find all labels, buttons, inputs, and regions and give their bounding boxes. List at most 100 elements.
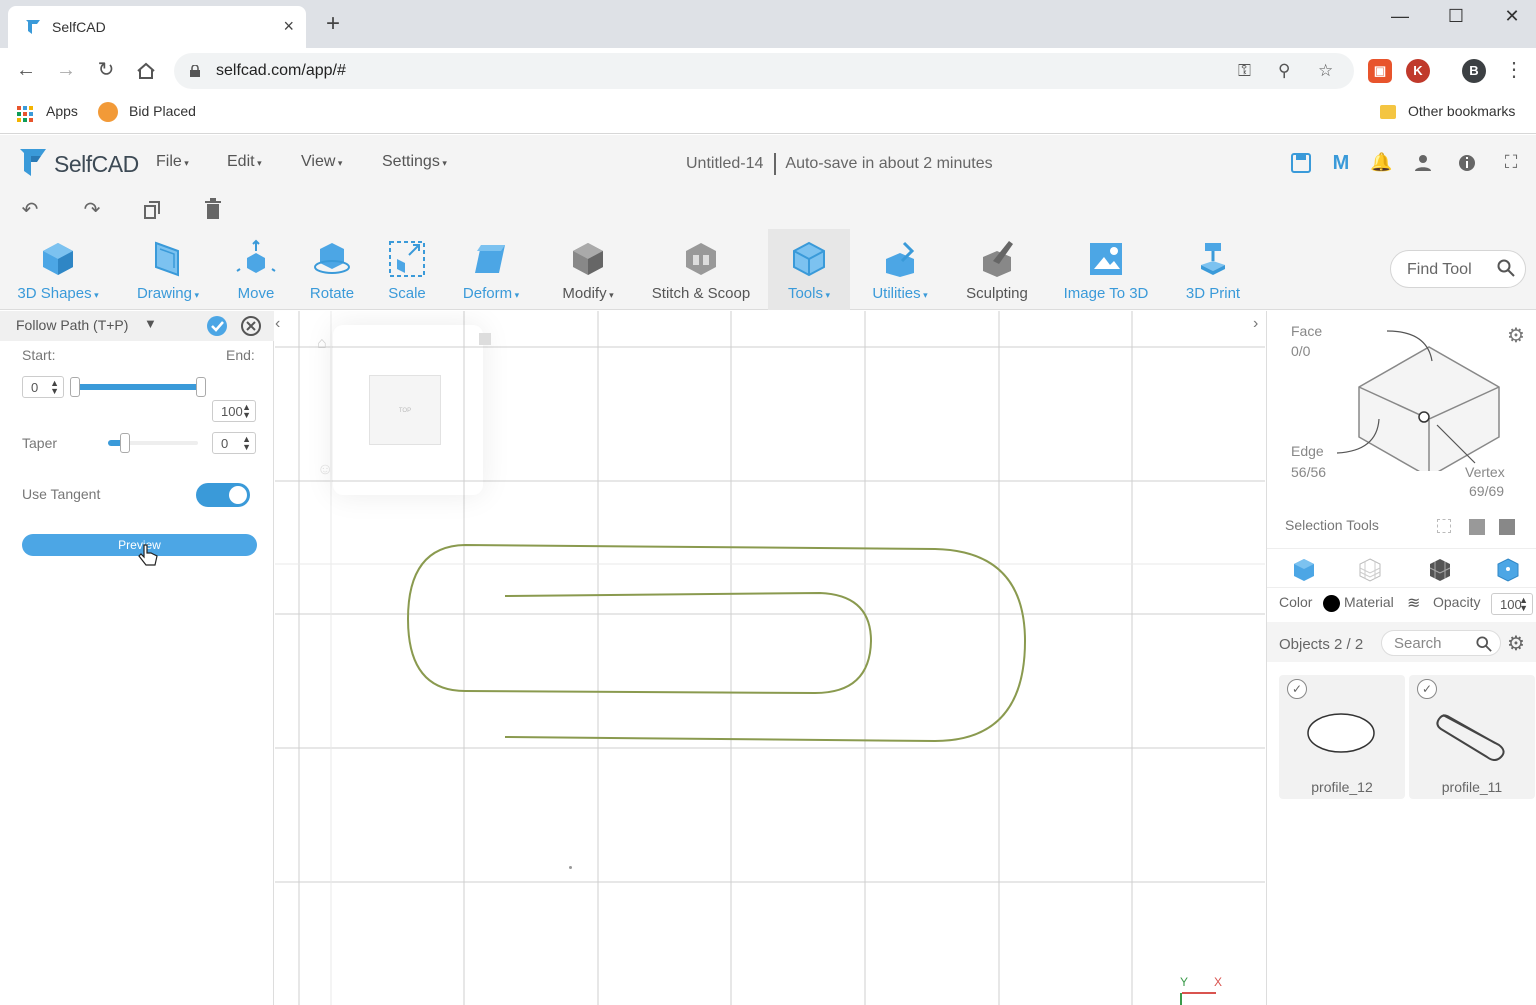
tool-drawing[interactable]: Drawing ▾ bbox=[122, 229, 214, 310]
start-label: Start: bbox=[22, 347, 56, 363]
menu-settings[interactable]: Settings ▾ bbox=[382, 153, 447, 171]
paperclip-path[interactable] bbox=[275, 311, 1265, 1005]
home-icon[interactable] bbox=[136, 62, 156, 80]
redo-icon[interactable]: ↷ bbox=[80, 197, 104, 222]
tool-utilities[interactable]: Utilities ▾ bbox=[862, 229, 938, 310]
tool-stitch-scoop[interactable]: Stitch & Scoop bbox=[642, 229, 760, 310]
undo-icon[interactable]: ↶ bbox=[18, 197, 42, 222]
color-swatch[interactable] bbox=[1323, 595, 1340, 612]
profile-avatar[interactable]: B bbox=[1462, 59, 1486, 83]
selfcad-favicon-icon bbox=[26, 20, 40, 34]
trash-icon[interactable] bbox=[204, 198, 222, 220]
object-checkbox[interactable]: ✓ bbox=[1417, 679, 1437, 699]
tool-tools[interactable]: Tools ▾ bbox=[768, 229, 850, 310]
selection-mode-cube-diagram[interactable] bbox=[1327, 321, 1527, 471]
edge-label: Edge bbox=[1291, 443, 1324, 459]
vertex-count: 69/69 bbox=[1469, 483, 1505, 499]
tool-modify[interactable]: Modify ▾ bbox=[548, 229, 628, 310]
start-value-input[interactable]: 0 ▲ ▼ bbox=[22, 376, 64, 398]
tool-rotate[interactable]: Rotate bbox=[300, 229, 364, 310]
marquee-select-icon[interactable] bbox=[1437, 519, 1451, 533]
tool-scale[interactable]: Scale bbox=[376, 229, 438, 310]
face-mode-icon[interactable] bbox=[1357, 557, 1383, 583]
fullscreen-icon[interactable]: ⛶ bbox=[1500, 152, 1522, 173]
bookmark-apps[interactable]: Apps bbox=[46, 103, 78, 119]
start-slider-handle[interactable] bbox=[70, 377, 80, 397]
key-icon[interactable]: ⚿ bbox=[1238, 61, 1251, 81]
find-tool-search[interactable]: Find Tool bbox=[1390, 250, 1526, 288]
maximize-window-button[interactable]: ☐ bbox=[1446, 6, 1466, 27]
search-icon bbox=[1497, 259, 1515, 277]
opacity-input[interactable]: 100 ▲ ▼ bbox=[1491, 593, 1533, 615]
taper-slider-handle[interactable] bbox=[120, 433, 130, 453]
back-arrow-icon[interactable]: ← bbox=[14, 59, 38, 81]
bell-icon[interactable]: 🔔 bbox=[1370, 152, 1392, 173]
confirm-check-icon[interactable] bbox=[206, 315, 228, 337]
tool-move[interactable]: Move bbox=[224, 229, 288, 310]
object-card-profile-12[interactable]: ✓ profile_12 bbox=[1279, 675, 1405, 799]
edge-mode-icon[interactable] bbox=[1427, 557, 1453, 583]
opacity-label: Opacity bbox=[1433, 594, 1481, 610]
taper-value-input[interactable]: 0 ▲ ▼ bbox=[212, 432, 256, 454]
new-tab-button[interactable]: + bbox=[326, 12, 340, 36]
menu-edit[interactable]: Edit ▾ bbox=[227, 153, 262, 171]
tool-image-to-3d[interactable]: Image To 3D bbox=[1054, 229, 1158, 310]
info-icon[interactable] bbox=[1456, 152, 1478, 174]
tool-deform-label: Deform bbox=[462, 285, 513, 302]
tool-3d-shapes[interactable]: 3D Shapes ▾ bbox=[10, 229, 106, 310]
bookmark-other[interactable]: Other bookmarks bbox=[1408, 103, 1515, 119]
find-tool-placeholder: Find Tool bbox=[1407, 261, 1472, 278]
m-icon[interactable]: M bbox=[1330, 152, 1352, 175]
tab-close-icon[interactable]: × bbox=[283, 16, 294, 37]
document-name[interactable]: Untitled-14 bbox=[686, 155, 763, 172]
selfcad-logo-icon bbox=[20, 149, 46, 176]
extension-k-icon[interactable]: K bbox=[1406, 59, 1430, 83]
tool-deform[interactable]: Deform ▾ bbox=[450, 229, 532, 310]
object-mode-icon[interactable] bbox=[1291, 557, 1317, 583]
axis-y-label: Y bbox=[1180, 975, 1189, 989]
object-card-profile-11[interactable]: ✓ profile_11 bbox=[1409, 675, 1535, 799]
3d-viewport[interactable]: ‹ › TOP ⌂ ☺ Y X bbox=[275, 311, 1265, 1005]
copy-icon[interactable] bbox=[142, 200, 162, 220]
tool-stitch-scoop-label: Stitch & Scoop bbox=[651, 285, 751, 302]
vertex-mode-icon[interactable] bbox=[1495, 557, 1521, 583]
panel-dropdown-icon[interactable]: ▼ bbox=[144, 316, 157, 331]
box-select-icon[interactable] bbox=[1469, 519, 1485, 535]
object-name: profile_11 bbox=[1441, 779, 1503, 795]
tool-3d-print[interactable]: 3D Print bbox=[1172, 229, 1254, 310]
apps-grid-icon bbox=[17, 106, 33, 122]
forward-arrow-icon[interactable]: → bbox=[54, 59, 78, 81]
menu-view[interactable]: View ▾ bbox=[301, 153, 342, 171]
minimize-window-button[interactable]: — bbox=[1390, 6, 1410, 27]
objects-settings-gear-icon[interactable]: ⚙ bbox=[1507, 631, 1525, 656]
bookmark-bid-placed[interactable]: Bid Placed bbox=[129, 103, 196, 119]
object-select-icon[interactable] bbox=[1499, 519, 1515, 535]
end-value-input[interactable]: 100 ▲ ▼ bbox=[212, 400, 256, 422]
extension-icon[interactable]: ▣ bbox=[1368, 59, 1392, 83]
use-tangent-toggle[interactable] bbox=[196, 483, 250, 507]
start-end-slider-track[interactable] bbox=[74, 384, 204, 390]
tool-sculpting[interactable]: Sculpting bbox=[956, 229, 1038, 310]
objects-search-input[interactable]: Search bbox=[1381, 630, 1501, 656]
browser-menu-icon[interactable]: ⋮ bbox=[1502, 59, 1526, 81]
user-icon[interactable] bbox=[1412, 152, 1434, 174]
reload-icon[interactable]: ↻ bbox=[94, 59, 118, 81]
zoom-icon[interactable]: ⚲ bbox=[1278, 61, 1290, 81]
address-bar[interactable]: selfcad.com/app/# ⚿ ⚲ ☆ bbox=[174, 53, 1354, 89]
object-checkbox[interactable]: ✓ bbox=[1287, 679, 1307, 699]
browser-tab[interactable]: SelfCAD × bbox=[8, 6, 306, 48]
object-name: profile_12 bbox=[1311, 779, 1373, 795]
objects-count-label: Objects 2 / 2 bbox=[1279, 636, 1364, 653]
rotate-icon bbox=[314, 243, 350, 274]
cancel-close-icon[interactable] bbox=[240, 315, 262, 337]
end-slider-handle[interactable] bbox=[196, 377, 206, 397]
selfcad-logo[interactable]: SelfCAD bbox=[18, 145, 139, 179]
menu-file[interactable]: File ▾ bbox=[156, 153, 189, 171]
face-label: Face bbox=[1291, 323, 1323, 339]
save-icon[interactable] bbox=[1290, 152, 1312, 174]
material-icon[interactable]: ≋ bbox=[1407, 593, 1420, 613]
close-window-button[interactable]: ✕ bbox=[1502, 6, 1522, 27]
star-bookmark-icon[interactable]: ☆ bbox=[1318, 61, 1333, 81]
axis-x-line bbox=[1182, 992, 1216, 994]
material-label[interactable]: Material bbox=[1344, 594, 1394, 610]
